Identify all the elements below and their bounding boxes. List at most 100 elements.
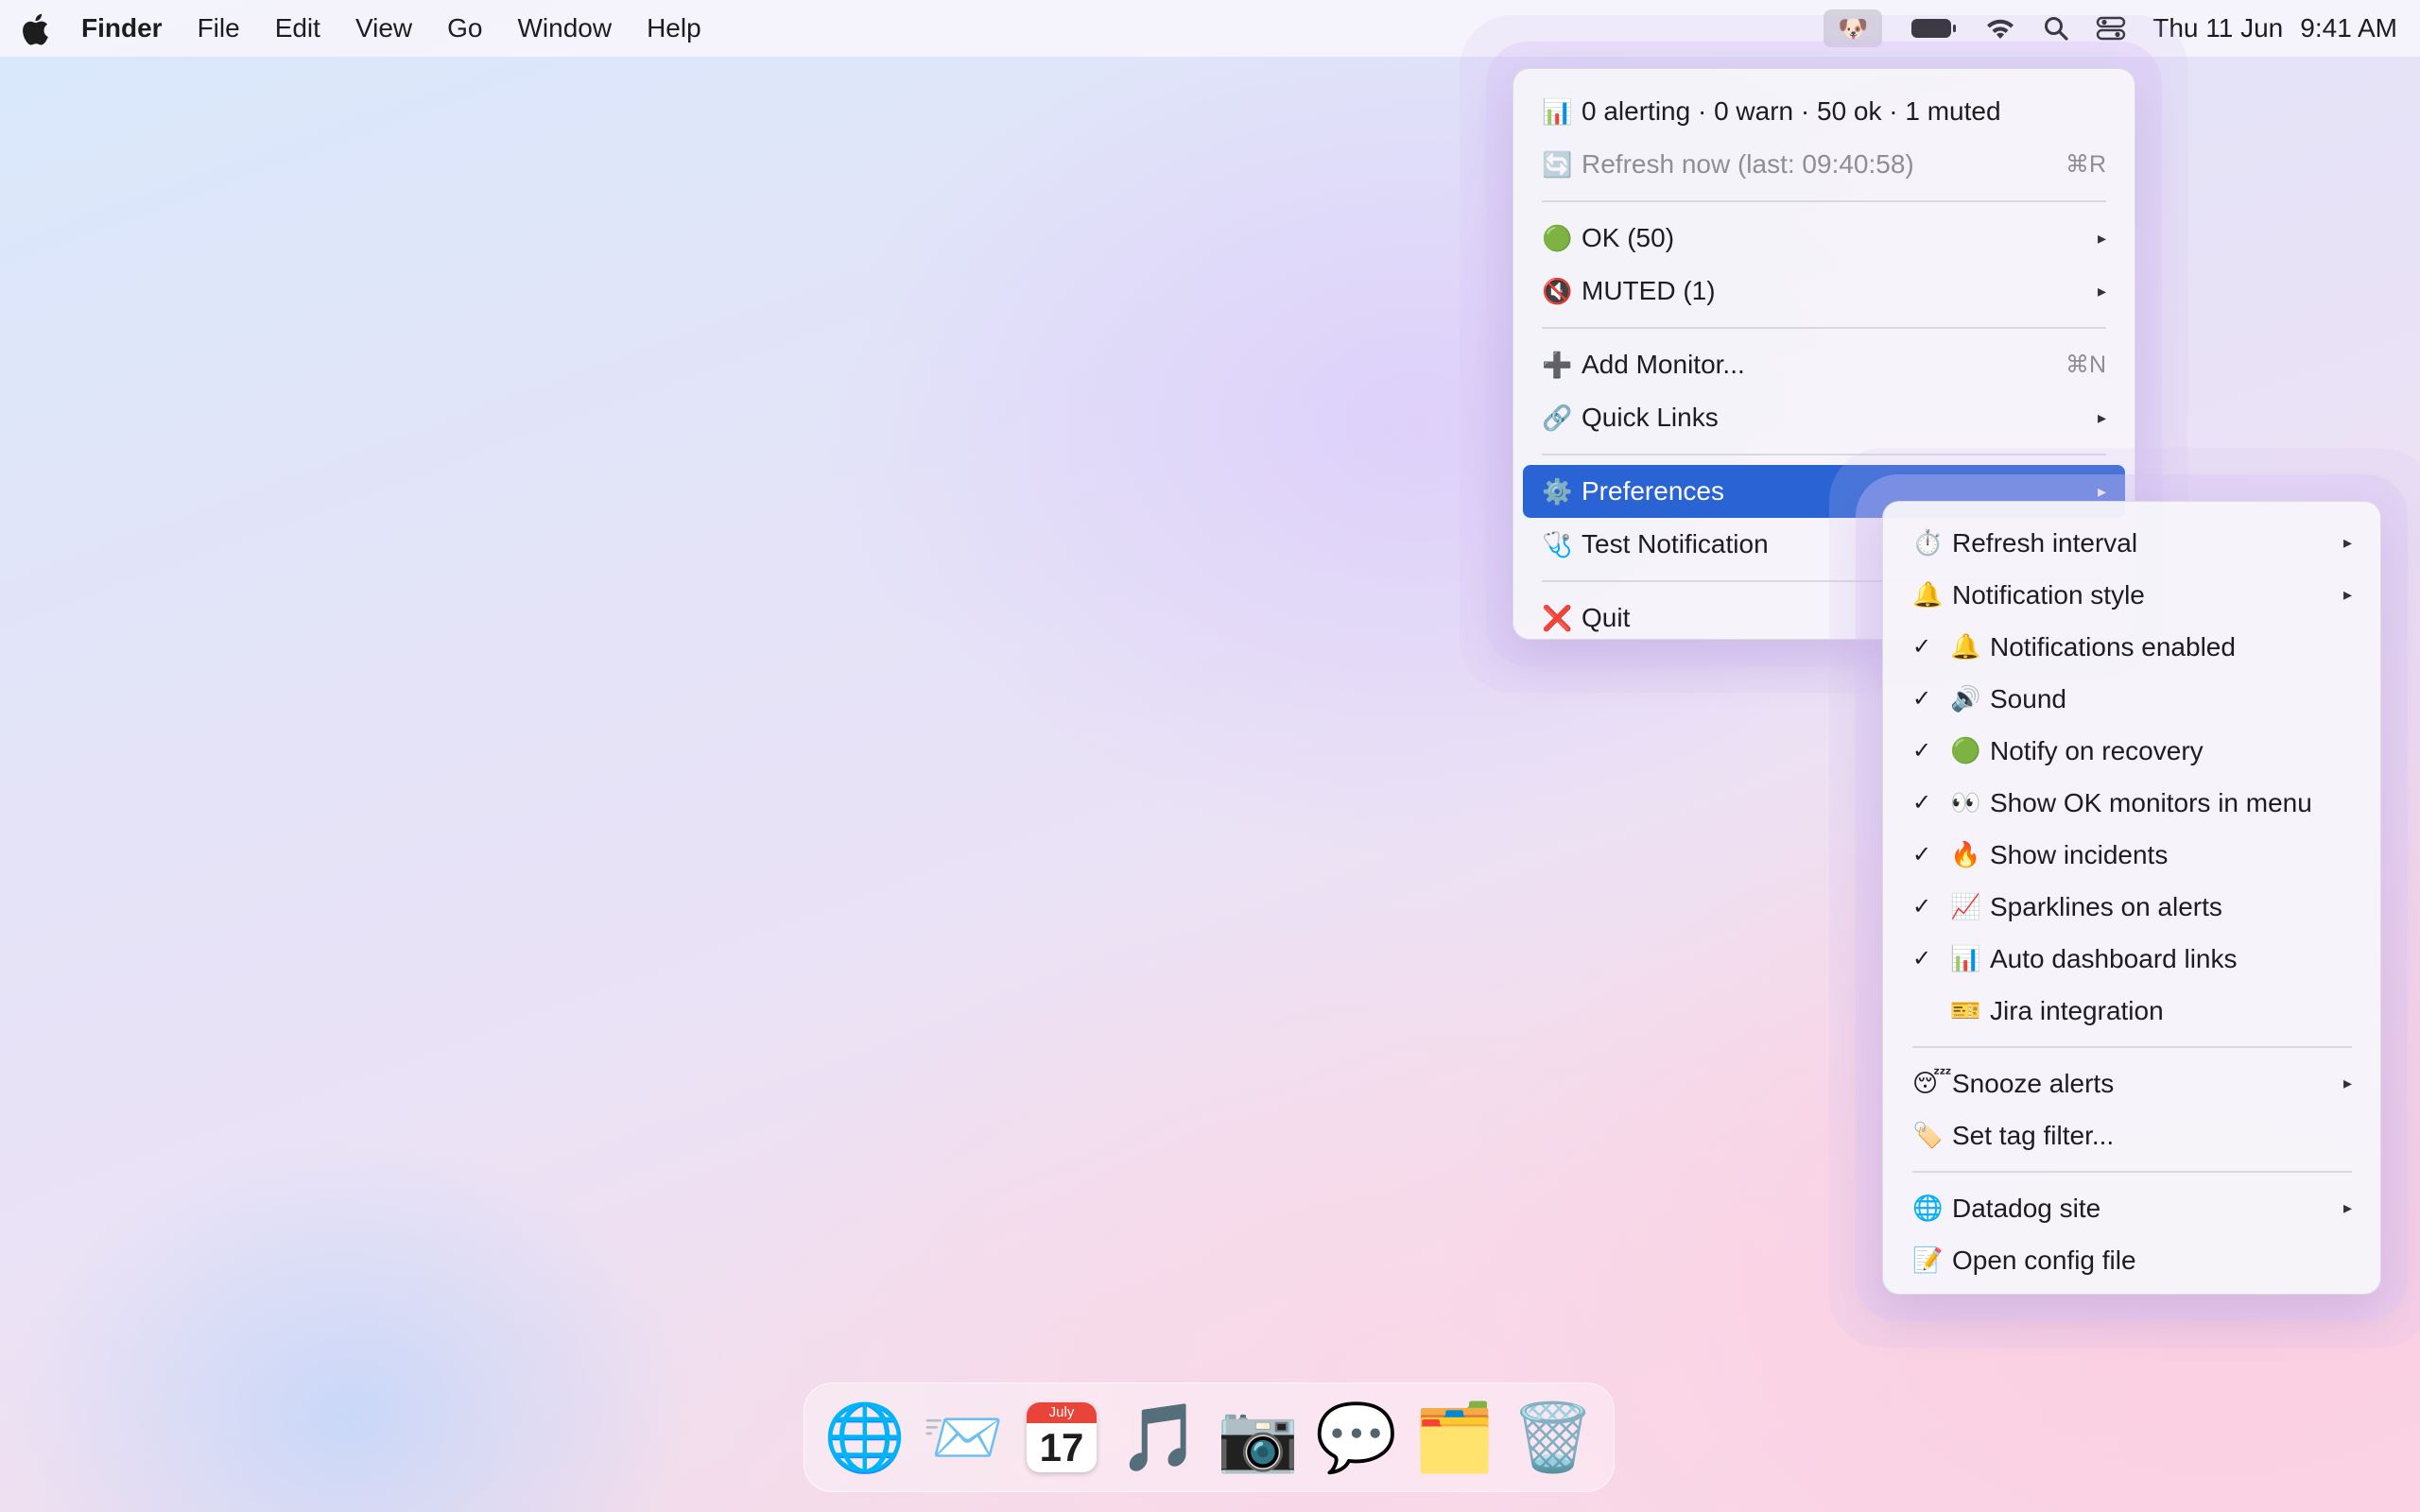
dock-mail[interactable]: 📨 [920, 1394, 1007, 1481]
add-monitor-shortcut: ⌘N [2065, 352, 2106, 378]
menu-separator [1912, 1046, 2352, 1048]
toggle-label: Notify on recovery [1990, 735, 2204, 765]
dock-camera[interactable]: 📷 [1215, 1394, 1302, 1481]
clock-time: 9:41 AM [2300, 13, 2397, 43]
menu-separator [1542, 454, 2106, 455]
checkmark-icon: ✓ [1912, 842, 1932, 868]
menu-item-muted-monitors[interactable]: 🔇 MUTED (1) ▸ [1513, 265, 2135, 318]
menu-item-notification-style[interactable]: 🔔 Notification style ▸ [1883, 569, 2380, 621]
refresh-icon: 🔄 [1542, 149, 1573, 179]
refresh-label: Refresh now (last: 09:40:58) [1582, 149, 1914, 179]
menu-item-notify-on-recovery[interactable]: ✓ 🟢 Notify on recovery [1883, 725, 2380, 777]
dock: 🌐 📨 July 17 🎵 📷 💬 🗂️ 🗑️ [804, 1383, 1615, 1492]
add-monitor-label: Add Monitor... [1582, 350, 1745, 379]
menu-help[interactable]: Help [647, 13, 701, 43]
submenu-arrow-icon: ▸ [2342, 533, 2352, 552]
menu-item-sparklines[interactable]: ✓ 📈 Sparklines on alerts [1883, 881, 2380, 933]
ticket-icon: 🎫 [1950, 996, 1981, 1024]
refresh-shortcut: ⌘R [2065, 151, 2106, 178]
dog-icon: 🐶 [1838, 13, 1869, 43]
menu-item-snooze-alerts[interactable]: 😴 Snooze alerts ▸ [1883, 1057, 2380, 1109]
menu-item-set-tag-filter[interactable]: 🏷️ Set tag filter... [1883, 1109, 2380, 1161]
menu-item-summary[interactable]: 📊 0 alerting · 0 warn · 50 ok · 1 muted [1513, 85, 2135, 138]
submenu-arrow-icon: ▸ [2097, 407, 2106, 427]
trash-icon: 🗑️ [1512, 1400, 1595, 1474]
snooze-label: Snooze alerts [1952, 1068, 2115, 1098]
battery-icon[interactable] [1910, 17, 1958, 40]
toggle-label: Sound [1990, 683, 2066, 713]
dock-calendar[interactable]: July 17 [1018, 1394, 1105, 1481]
menu-app-name[interactable]: Finder [81, 13, 163, 43]
menu-view[interactable]: View [355, 13, 412, 43]
search-icon[interactable] [2043, 15, 2069, 42]
menu-bar-clock[interactable]: Thu 11 Jun 9:41 AM [2152, 13, 2397, 43]
dock-music[interactable]: 🎵 [1116, 1394, 1203, 1481]
menu-window[interactable]: Window [517, 13, 612, 43]
toggle-label: Show OK monitors in menu [1990, 787, 2312, 817]
eyes-icon: 👀 [1950, 788, 1981, 816]
dock-files[interactable]: 🗂️ [1411, 1394, 1498, 1481]
stopwatch-icon: ⏱️ [1912, 528, 1944, 557]
submenu-arrow-icon: ▸ [2342, 1198, 2352, 1217]
memo-icon: 📝 [1912, 1246, 1944, 1274]
apple-logo-icon[interactable] [21, 13, 49, 45]
red-x-icon: ❌ [1542, 603, 1573, 632]
bell-icon: 🔔 [1950, 632, 1981, 661]
menu-item-auto-dashboard-links[interactable]: ✓ 📊 Auto dashboard links [1883, 933, 2380, 985]
tag-filter-label: Set tag filter... [1952, 1120, 2115, 1150]
menu-separator [1912, 1171, 2352, 1173]
speaker-icon: 🔊 [1950, 684, 1981, 713]
speech-bubble-icon: 💬 [1315, 1400, 1398, 1474]
globe-icon: 🌐 [1912, 1194, 1944, 1222]
menu-bar: Finder File Edit View Go Window Help 🐶 T… [0, 0, 2420, 57]
music-note-icon: 🎵 [1118, 1400, 1201, 1474]
dock-trash[interactable]: 🗑️ [1510, 1394, 1597, 1481]
menu-item-datadog-site[interactable]: 🌐 Datadog site ▸ [1883, 1182, 2380, 1234]
menu-item-sound[interactable]: ✓ 🔊 Sound [1883, 673, 2380, 725]
gear-icon: ⚙️ [1542, 476, 1573, 506]
dock-messages[interactable]: 💬 [1313, 1394, 1400, 1481]
checkmark-icon: ✓ [1912, 946, 1932, 971]
menu-item-refresh-interval[interactable]: ⏱️ Refresh interval ▸ [1883, 517, 2380, 569]
menu-edit[interactable]: Edit [275, 13, 320, 43]
preferences-submenu: ⏱️ Refresh interval ▸ 🔔 Notification sty… [1882, 501, 2381, 1295]
control-center-icon[interactable] [2096, 15, 2126, 42]
menu-item-jira-integration[interactable]: 🎫 Jira integration [1883, 985, 2380, 1037]
chart-up-icon: 📈 [1950, 892, 1981, 920]
checkmark-icon: ✓ [1912, 634, 1932, 660]
bar-chart-icon: 📊 [1542, 96, 1573, 126]
quick-links-label: Quick Links [1582, 403, 1719, 432]
dock-browser[interactable]: 🌐 [821, 1394, 908, 1481]
plus-icon: ➕ [1542, 350, 1573, 379]
menu-item-show-ok-monitors[interactable]: ✓ 👀 Show OK monitors in menu [1883, 777, 2380, 829]
muted-speaker-icon: 🔇 [1542, 276, 1573, 305]
menu-go[interactable]: Go [447, 13, 482, 43]
calendar-day: 17 [1039, 1425, 1084, 1469]
datadog-status-item[interactable]: 🐶 [1824, 9, 1883, 47]
bar-chart-icon: 📊 [1950, 944, 1981, 972]
green-circle-icon: 🟢 [1542, 223, 1573, 252]
menu-item-add-monitor[interactable]: ➕ Add Monitor... ⌘N [1513, 338, 2135, 391]
menu-item-open-config[interactable]: 📝 Open config file [1883, 1234, 2380, 1286]
stethoscope-icon: 🩺 [1542, 529, 1573, 558]
toggle-label: Show incidents [1990, 839, 2169, 869]
menu-item-quick-links[interactable]: 🔗 Quick Links ▸ [1513, 391, 2135, 444]
menu-separator [1542, 327, 2106, 329]
menu-item-show-incidents[interactable]: ✓ 🔥 Show incidents [1883, 829, 2380, 881]
bell-icon: 🔔 [1912, 580, 1944, 609]
submenu-arrow-icon: ▸ [2342, 585, 2352, 604]
toggle-label: Jira integration [1990, 995, 2164, 1025]
tag-icon: 🏷️ [1912, 1121, 1944, 1149]
toggle-label: Sparklines on alerts [1990, 891, 2222, 921]
wifi-icon[interactable] [1984, 16, 2016, 41]
muted-label: MUTED (1) [1582, 276, 1716, 305]
fire-icon: 🔥 [1950, 840, 1981, 868]
sleeping-face-icon: 😴 [1912, 1069, 1952, 1097]
submenu-arrow-icon: ▸ [2097, 281, 2106, 301]
calendar-icon: July 17 [1027, 1402, 1097, 1472]
menu-item-ok-monitors[interactable]: 🟢 OK (50) ▸ [1513, 212, 2135, 265]
menu-item-notifications-enabled[interactable]: ✓ 🔔 Notifications enabled [1883, 621, 2380, 673]
camera-icon: 📷 [1217, 1400, 1300, 1474]
menu-file[interactable]: File [198, 13, 240, 43]
checkmark-icon: ✓ [1912, 686, 1932, 712]
